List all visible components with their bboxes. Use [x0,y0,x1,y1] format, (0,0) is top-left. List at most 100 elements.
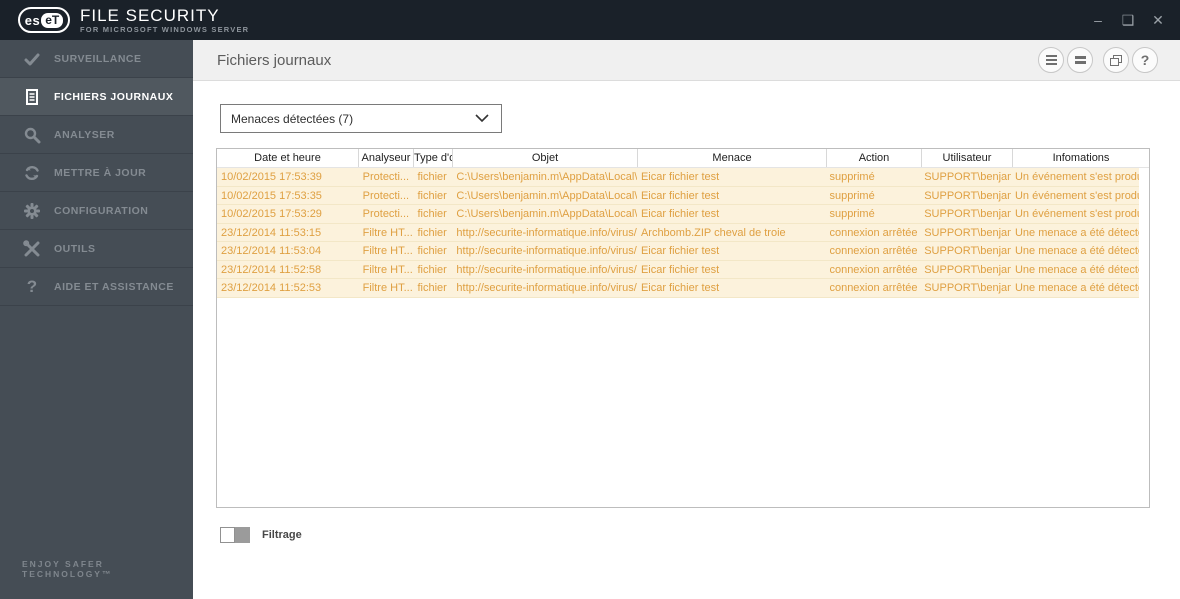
sidebar-item-aide[interactable]: ? AIDE ET ASSISTANCE [0,268,193,306]
cell-utilisateur: SUPPORT\benjami... [924,263,1011,276]
column-header-utilisateur[interactable]: Utilisateur [922,149,1013,167]
cell-menace: Eicar fichier test [640,171,720,183]
main-content: Menaces détectées (7) Date et heure Anal… [193,82,1180,599]
gear-icon [22,201,42,221]
maximize-icon[interactable]: ❑ [1120,13,1136,27]
cell-objet: http://securite-informatique.info/virus/… [456,245,637,257]
cell-type: fichier [417,226,447,239]
table-header: Date et heure Analyseur Type d'o... Obje… [217,149,1149,168]
sidebar-item-mettre-a-jour[interactable]: METTRE À JOUR [0,154,193,192]
cell-utilisateur: SUPPORT\benjami... [924,245,1011,257]
question-icon: ? [26,276,38,296]
table-row[interactable]: 23/12/2014 11:52:53 Filtre HT... fichier… [217,279,1139,298]
cell-date: 23/12/2014 11:53:15 [221,226,322,239]
cell-informations: Une menace a été détectée lor... [1014,245,1139,257]
cell-objet: C:\Users\benjamin.m\AppData\Local\Mi... [456,208,637,220]
table-row[interactable]: 23/12/2014 11:52:58 Filtre HT... fichier… [217,260,1139,279]
product-name: FILE SECURITY FOR MICROSOFT WINDOWS SERV… [80,5,250,34]
cell-informations: Un événement s'est produit su... [1014,189,1139,202]
sidebar-item-analyser[interactable]: ANALYSER [0,116,193,154]
cell-type: fichier [417,245,447,257]
column-header-objet[interactable]: Objet [453,149,638,167]
cell-informations: Une menace a été détectée lor... [1014,226,1139,239]
cell-menace: Eicar fichier test [640,208,720,220]
column-header-analyseur[interactable]: Analyseur [359,149,414,167]
cell-analyseur: Protecti... [362,208,410,220]
column-header-type[interactable]: Type d'o... [414,149,453,167]
sidebar-item-outils[interactable]: OUTILS [0,230,193,268]
filter-toggle[interactable] [220,527,250,543]
cell-action: supprimé [829,171,875,183]
cell-action: connexion arrêtée - ... [829,263,920,276]
copy-button[interactable] [1103,47,1129,73]
hamburger-icon [1045,55,1057,65]
log-table: Date et heure Analyseur Type d'o... Obje… [216,148,1150,508]
sidebar-item-surveillance[interactable]: SURVEILLANCE [0,40,193,78]
table-row[interactable]: 23/12/2014 11:53:04 Filtre HT... fichier… [217,242,1139,261]
table-row[interactable]: 10/02/2015 17:53:35 Protecti... fichier … [217,186,1139,205]
cell-type: fichier [417,171,447,183]
copy-window-icon [1110,54,1122,66]
cell-analyseur: Protecti... [362,189,410,202]
cell-analyseur: Filtre HT... [362,226,413,239]
check-icon [22,49,42,69]
column-header-action[interactable]: Action [827,149,922,167]
cell-analyseur: Protecti... [362,171,410,183]
cell-objet: C:\Users\benjamin.m\AppData\Local\Mi... [456,171,637,183]
toggle-track [235,527,250,543]
cell-analyseur: Filtre HT... [362,263,413,276]
cell-date: 10/02/2015 17:53:29 [221,208,322,220]
log-type-dropdown[interactable]: Menaces détectées (7) [220,104,502,133]
column-header-menace[interactable]: Menace [638,149,827,167]
chevron-down-icon [475,114,489,123]
cell-informations: Une menace a été détectée lor... [1014,282,1139,294]
help-button[interactable]: ? [1132,47,1158,73]
cell-date: 10/02/2015 17:53:39 [221,171,322,183]
cell-utilisateur: SUPPORT\benjami... [924,208,1011,220]
search-icon [22,125,42,145]
cell-type: fichier [417,189,447,202]
cell-menace: Eicar fichier test [640,245,720,257]
cell-objet: http://securite-informatique.info/virus/… [456,282,637,294]
page-title: Fichiers journaux [217,51,332,69]
title-bar: es eT FILE SECURITY FOR MICROSOFT WINDOW… [0,0,1180,40]
sidebar-item-configuration[interactable]: CONFIGURATION [0,192,193,230]
log-file-icon [22,87,42,107]
header-buttons: ? [1035,47,1158,73]
list-view-button[interactable] [1067,47,1093,73]
cell-objet: http://securite-informatique.info/virus/… [456,226,637,239]
cell-utilisateur: SUPPORT\benjami... [924,282,1011,294]
eset-logo-oval: es eT [18,7,70,33]
cell-type: fichier [417,282,447,294]
cell-date: 10/02/2015 17:53:35 [221,189,322,202]
cell-utilisateur: SUPPORT\benjami... [924,171,1011,183]
logo-text-badge: eT [41,12,64,28]
cell-objet: http://securite-informatique.info/virus/… [456,263,637,276]
cell-menace: Eicar fichier test [640,282,720,294]
sidebar-item-fichiers-journaux[interactable]: FICHIERS JOURNAUX [0,78,193,116]
column-header-date[interactable]: Date et heure [217,149,359,167]
table-body: 10/02/2015 17:53:39 Protecti... fichier … [217,168,1139,298]
table-row[interactable]: 10/02/2015 17:53:29 Protecti... fichier … [217,205,1139,224]
menu-button[interactable] [1038,47,1064,73]
close-icon[interactable]: ✕ [1150,13,1166,27]
cell-date: 23/12/2014 11:52:58 [221,263,322,276]
toggle-knob [220,527,235,543]
table-row[interactable]: 10/02/2015 17:53:39 Protecti... fichier … [217,168,1139,187]
cell-action: connexion arrêtée - ... [829,226,920,239]
table-row[interactable]: 23/12/2014 11:53:15 Filtre HT... fichier… [217,223,1139,242]
column-header-informations[interactable]: Infomations [1013,149,1149,167]
tools-icon [22,239,42,259]
cell-action: supprimé [829,208,875,220]
dropdown-value: Menaces détectées (7) [231,111,354,126]
cell-informations: Un événement s'est produit su... [1014,208,1139,220]
cell-menace: Archbomb.ZIP cheval de troie [640,226,786,239]
cell-date: 23/12/2014 11:53:04 [221,245,322,257]
cell-action: connexion arrêtée - ... [829,282,920,294]
cell-analyseur: Filtre HT... [362,245,413,257]
cell-utilisateur: SUPPORT\benjami... [924,189,1011,202]
cell-objet: C:\Users\benjamin.m\AppData\Local\Mi... [456,189,637,202]
window-controls: – ❑ ✕ [1090,0,1166,40]
thick-bars-icon [1074,54,1086,66]
minimize-icon[interactable]: – [1090,13,1106,27]
